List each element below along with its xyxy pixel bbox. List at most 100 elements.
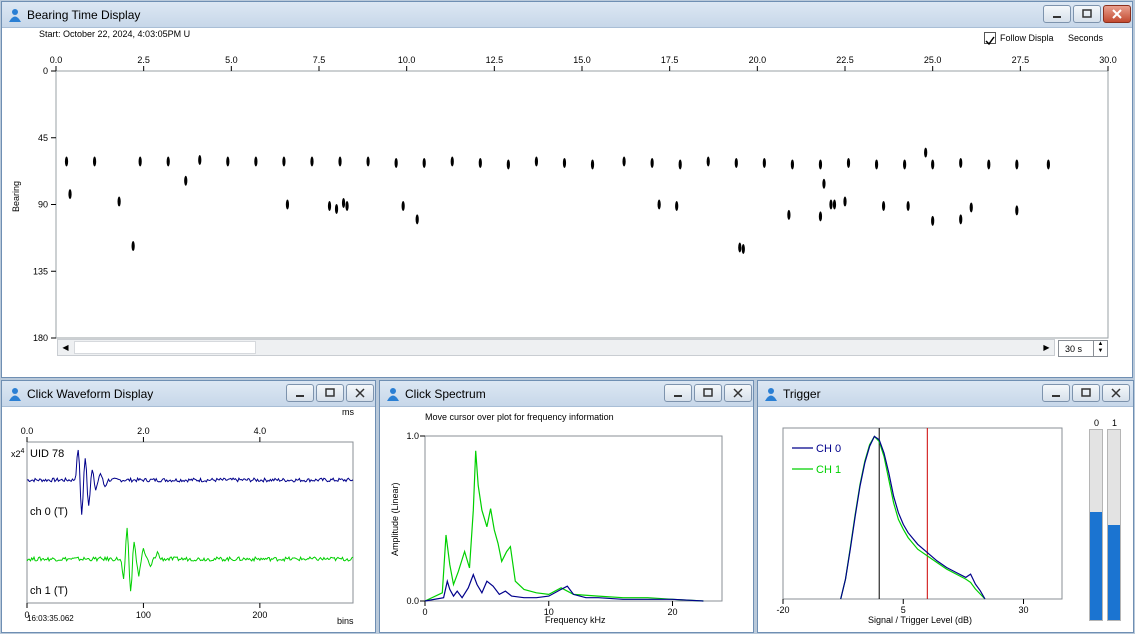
bearing-point <box>285 199 290 210</box>
click-waveform-window: Click Waveform Display 0.0 2.0 4.0 0 100 200 … <box>1 380 376 633</box>
bearing-point <box>650 157 654 168</box>
bearing-point <box>282 156 286 167</box>
bearing-point <box>310 156 314 167</box>
bearing-point <box>829 199 833 210</box>
bearing-point <box>678 159 682 170</box>
spectrum-plot[interactable]: 0 10 200.01.0 <box>380 407 753 632</box>
bearing-point <box>117 196 121 207</box>
maximize-button[interactable] <box>316 384 344 402</box>
x-tick-label: -20 <box>776 605 789 615</box>
x-axis-label: Signal / Trigger Level (dB) <box>868 615 973 625</box>
legend-label: CH 0 <box>816 443 841 455</box>
bearing-point <box>198 155 202 165</box>
level-bar-label-1: 1 <box>1112 418 1118 428</box>
x-tick-label: 15.0 <box>573 55 591 65</box>
bearing-point <box>903 159 907 170</box>
close-button[interactable] <box>1103 5 1131 23</box>
x-tick-label: 2.5 <box>137 55 150 65</box>
minimize-button[interactable] <box>286 384 314 402</box>
scale-label: x24 <box>11 448 24 459</box>
bearing-point <box>931 215 935 226</box>
bearing-point <box>734 157 738 168</box>
maximize-button[interactable] <box>1073 5 1101 23</box>
spectrum-titlebar[interactable]: Click Spectrum <box>380 381 753 407</box>
bearing-point <box>906 200 910 211</box>
trigger-window: Trigger -20 5 30 CH 0 CH 1 Signal / Trigger … <box>757 380 1134 633</box>
window-title: Bearing Time Display <box>27 8 141 22</box>
minimize-button[interactable] <box>1042 384 1070 402</box>
x-axis-label: Frequency kHz <box>545 615 606 625</box>
bearing-point <box>822 178 826 189</box>
x-tick-label: 27.5 <box>1012 55 1030 65</box>
bearing-point <box>341 198 346 209</box>
bearing-point <box>534 156 539 167</box>
app-icon <box>765 388 777 401</box>
bearing-point <box>1046 159 1050 170</box>
scroll-thumb[interactable] <box>74 341 256 354</box>
trigger-titlebar[interactable]: Trigger <box>758 381 1133 407</box>
plot-area <box>55 70 1109 339</box>
bearing-point <box>131 241 135 252</box>
bearing-point <box>590 159 595 170</box>
bearing-point <box>657 199 661 210</box>
bearing-point <box>843 196 847 207</box>
bearing-point <box>790 159 795 170</box>
bearing-point <box>394 157 398 168</box>
maximize-button[interactable] <box>1072 384 1100 402</box>
bearing-point <box>741 244 745 254</box>
bearing-point <box>254 156 258 167</box>
uid-label: UID 78 <box>30 448 65 460</box>
bearing-point <box>334 203 339 214</box>
level-bar-0 <box>1089 429 1103 621</box>
horizontal-scrollbar[interactable]: ◀ ▶ <box>57 339 1055 356</box>
bearing-point <box>1015 205 1019 216</box>
bearing-point <box>562 157 567 168</box>
minimize-button[interactable] <box>1043 5 1071 23</box>
bearing-point <box>138 156 142 167</box>
bearing-point <box>366 156 370 167</box>
spinner-up-down-icon[interactable]: ▲ ▼ <box>1093 341 1107 356</box>
y-tick-label: 0 <box>43 66 48 76</box>
close-button[interactable] <box>724 384 752 402</box>
bearing-point <box>762 157 766 168</box>
x-tick-label: 22.5 <box>836 55 854 65</box>
click-spectrum-window: Click Spectrum Move cursor over plot for… <box>379 380 754 633</box>
bearing-point <box>931 159 935 170</box>
bearing-point <box>738 242 742 253</box>
bearing-point <box>338 156 342 167</box>
waveform-titlebar[interactable]: Click Waveform Display <box>2 381 375 407</box>
bearing-point <box>226 156 230 167</box>
x-tick-label: 30 <box>1019 605 1029 615</box>
bearing-point <box>68 189 72 200</box>
bearing-point <box>874 159 879 170</box>
bearing-time-plot[interactable]: 0.0 2.5 5.0 7.5 10.0 12.5 15.0 17.5 20.0 22.5 25.0… <box>2 38 1132 378</box>
scale-label-exponent: 4 <box>20 448 25 455</box>
app-icon <box>387 388 399 401</box>
time-span-spinner[interactable]: 30 s ▲ ▼ <box>1058 340 1108 357</box>
close-button[interactable] <box>1102 384 1130 402</box>
bottom-tick-label: 100 <box>136 610 151 620</box>
bearing-point <box>327 200 332 211</box>
bearing-point <box>706 156 710 167</box>
close-button[interactable] <box>346 384 374 402</box>
ch0-label: ch 0 (T) <box>30 506 68 518</box>
bearing-time-titlebar[interactable]: Bearing Time Display <box>2 2 1132 28</box>
scroll-left-button[interactable]: ◀ <box>58 340 73 355</box>
waveform-plot[interactable]: 0.0 2.0 4.00 100 200 <box>2 407 375 632</box>
level-bar-1 <box>1107 429 1121 621</box>
x-tick-label: 25.0 <box>924 55 942 65</box>
bearing-point <box>969 202 973 213</box>
window-title: Trigger <box>783 387 821 401</box>
x-tick-label: 30.0 <box>1099 55 1117 65</box>
time-label: 16:03:35.062 <box>27 614 74 623</box>
minimize-button[interactable] <box>664 384 692 402</box>
scroll-right-button[interactable]: ▶ <box>1039 340 1054 355</box>
trigger-plot[interactable]: -20 5 30 CH 0 CH 1 <box>758 407 1133 632</box>
y-tick-label: 45 <box>38 133 48 143</box>
x-tick-label: 0.0 <box>50 55 63 65</box>
app-icon <box>9 388 21 401</box>
x-tick-label: 5 <box>901 605 906 615</box>
bearing-point <box>401 200 405 211</box>
bearing-point <box>959 157 963 168</box>
maximize-button[interactable] <box>694 384 722 402</box>
